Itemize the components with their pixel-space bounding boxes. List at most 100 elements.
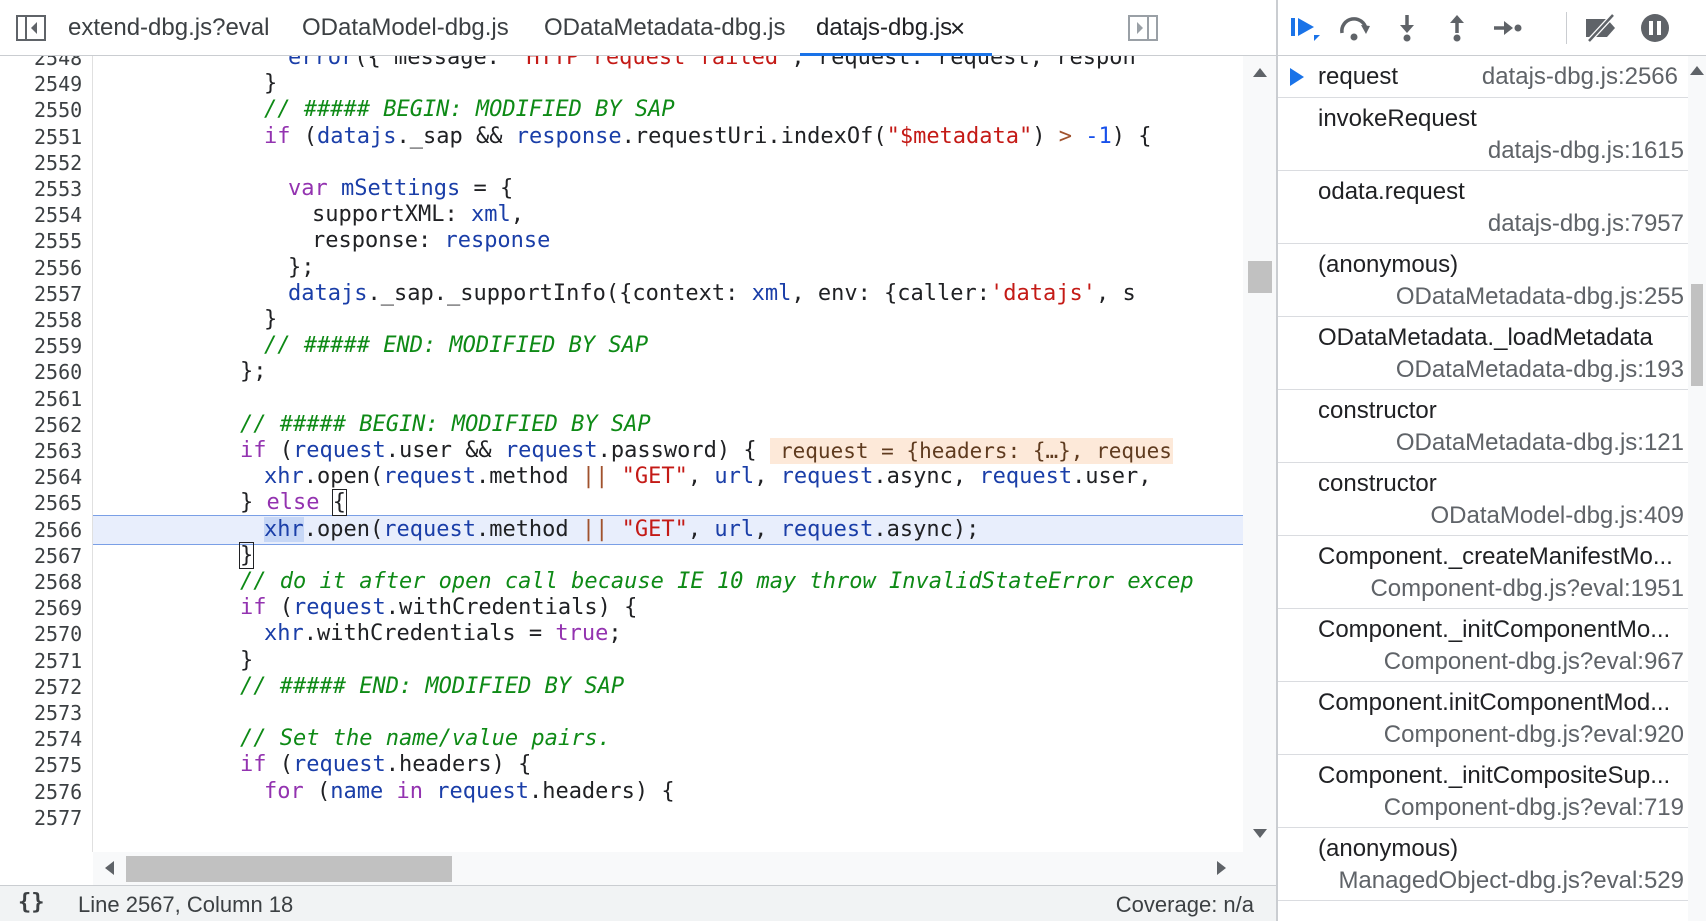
line-number[interactable]: 2564 [0,463,93,492]
scroll-right-icon[interactable] [1217,861,1226,875]
call-frame[interactable]: (anonymous) ODataMetadata-dbg.js:255 [1278,244,1688,317]
code-line[interactable]: }; [288,254,315,283]
code-line[interactable]: if (request.withCredentials) { [240,594,637,623]
code-line[interactable]: } else { [240,489,348,518]
code-line[interactable]: var mSettings = { [288,175,513,204]
line-number[interactable]: 2573 [0,699,93,728]
tab-odatamodel-dbg[interactable]: ODataModel-dbg.js [302,0,509,56]
call-frame[interactable]: odata.request datajs-dbg.js:7957 [1278,171,1688,244]
frame-location[interactable]: ODataMetadata-dbg.js:255 [1396,283,1684,311]
frame-location[interactable]: ODataMetadata-dbg.js:121 [1396,429,1684,457]
step-out-icon[interactable] [1438,10,1476,46]
line-number[interactable]: 2556 [0,254,93,283]
line-number[interactable]: 2569 [0,594,93,623]
call-frame[interactable]: Component._initComponentMo... Component-… [1278,609,1688,682]
frame-location[interactable]: Component-dbg.js?eval:719 [1384,794,1684,822]
code-line[interactable]: datajs._sap._supportInfo({context: xml, … [288,280,1136,309]
line-number[interactable]: 2553 [0,175,93,204]
frame-location[interactable]: datajs-dbg.js:7957 [1488,210,1684,238]
code-line[interactable]: response: response [312,227,550,256]
code-line[interactable]: if (request.headers) { [240,751,531,780]
pretty-print-button[interactable]: {} [18,890,45,915]
source-editor[interactable]: 2548 error({ message: "HTTP request faile… [0,56,1276,852]
line-number[interactable]: 2575 [0,751,93,780]
line-number[interactable]: 2563 [0,437,93,466]
coverage-status[interactable]: Coverage: n/a [1116,892,1254,918]
call-frame[interactable]: Component.initComponentMod... Component-… [1278,682,1688,755]
code-line[interactable]: } [264,70,277,99]
frame-location[interactable]: Component-dbg.js?eval:967 [1384,648,1684,676]
scroll-thumb[interactable] [1248,261,1272,293]
call-frame[interactable]: Component._initCompositeSup... Component… [1278,755,1688,828]
line-number[interactable]: 2566 [0,516,93,545]
tab-datajs-dbg[interactable]: datajs-dbg.js [799,0,993,56]
frame-location[interactable]: datajs-dbg.js:2566 [1482,63,1678,91]
line-number[interactable]: 2554 [0,201,93,230]
code-line[interactable]: } [264,306,277,335]
line-number[interactable]: 2551 [0,123,93,152]
tab-extend-dbg[interactable]: extend-dbg.js?eval [68,0,269,56]
editor-vertical-scrollbar[interactable] [1243,56,1276,852]
call-frame[interactable]: ODataMetadata._loadMetadata ODataMetadat… [1278,317,1688,390]
scroll-thumb[interactable] [1691,284,1703,386]
pause-on-exceptions-icon[interactable] [1636,10,1674,46]
code-line[interactable]: // ##### END: MODIFIED BY SAP [240,673,624,702]
close-tab-icon[interactable]: × [950,0,965,56]
line-number[interactable]: 2574 [0,725,93,754]
code-line[interactable]: // do it after open call because IE 10 m… [240,568,1194,597]
line-number[interactable]: 2561 [0,385,93,414]
code-line[interactable]: supportXML: xml, [312,201,524,230]
line-number[interactable]: 2552 [0,149,93,178]
frame-location[interactable]: ODataMetadata-dbg.js:193 [1396,356,1684,384]
line-number[interactable]: 2568 [0,568,93,597]
line-number[interactable]: 2559 [0,332,93,361]
line-number[interactable]: 2558 [0,306,93,335]
code-line[interactable]: error({ message: "HTTP request failed", … [288,56,1136,73]
toggle-debugger-sidebar-icon[interactable] [1128,14,1158,42]
code-line[interactable]: xhr.open(request.method || "GET", url, r… [264,463,1152,492]
step-icon[interactable] [1488,10,1526,46]
scroll-left-icon[interactable] [105,861,114,875]
frame-location[interactable]: Component-dbg.js?eval:920 [1384,721,1684,749]
frame-location[interactable]: Component-dbg.js?eval:1951 [1370,575,1684,603]
code-line[interactable]: // ##### END: MODIFIED BY SAP [264,332,648,361]
frame-location[interactable]: datajs-dbg.js:1615 [1488,137,1684,165]
frame-location[interactable]: ODataModel-dbg.js:409 [1431,502,1684,530]
editor-horizontal-scrollbar[interactable] [93,852,1276,885]
code-line[interactable]: if (request.user && request.password) { [240,437,757,466]
line-number[interactable]: 2572 [0,673,93,702]
line-number[interactable]: 2560 [0,358,93,387]
line-number[interactable]: 2570 [0,620,93,649]
line-number[interactable]: 2555 [0,227,93,256]
tab-odatametadata-dbg[interactable]: ODataMetadata-dbg.js [544,0,785,56]
line-number[interactable]: 2567 [0,542,93,571]
code-line[interactable]: } [238,541,255,571]
line-number[interactable]: 2557 [0,280,93,309]
line-number[interactable]: 2576 [0,778,93,807]
line-number[interactable]: 2562 [0,411,93,440]
step-over-icon[interactable] [1336,10,1374,46]
resume-icon[interactable] [1286,10,1324,46]
line-number[interactable]: 2571 [0,647,93,676]
toggle-navigator-icon[interactable] [16,14,46,42]
code-line[interactable]: // ##### BEGIN: MODIFIED BY SAP [240,411,651,440]
scroll-up-icon[interactable] [1690,66,1704,75]
code-line[interactable]: // ##### BEGIN: MODIFIED BY SAP [264,96,675,125]
frame-location[interactable]: ManagedObject-dbg.js?eval:529 [1338,867,1684,895]
code-line[interactable]: if (datajs._sap && response.requestUri.i… [264,123,1152,152]
call-frame[interactable]: constructor ODataModel-dbg.js:409 [1278,463,1688,536]
scroll-up-icon[interactable] [1253,68,1267,77]
code-line[interactable]: for (name in request.headers) { [264,778,675,807]
call-frame[interactable]: constructor ODataMetadata-dbg.js:121 [1278,390,1688,463]
code-line[interactable]: }; [240,358,267,387]
call-frame[interactable]: (anonymous) ManagedObject-dbg.js?eval:52… [1278,828,1688,901]
code-line[interactable]: // Set the name/value pairs. [240,725,611,754]
deactivate-breakpoints-icon[interactable] [1582,10,1620,46]
call-frame[interactable]: invokeRequest datajs-dbg.js:1615 [1278,98,1688,171]
line-number[interactable]: 2577 [0,804,93,833]
call-frame[interactable]: Component._createManifestMo... Component… [1278,536,1688,609]
horizontal-scroll-thumb[interactable] [126,856,452,882]
step-into-icon[interactable] [1388,10,1426,46]
line-number[interactable]: 2565 [0,489,93,518]
code-line[interactable]: } [240,647,253,676]
